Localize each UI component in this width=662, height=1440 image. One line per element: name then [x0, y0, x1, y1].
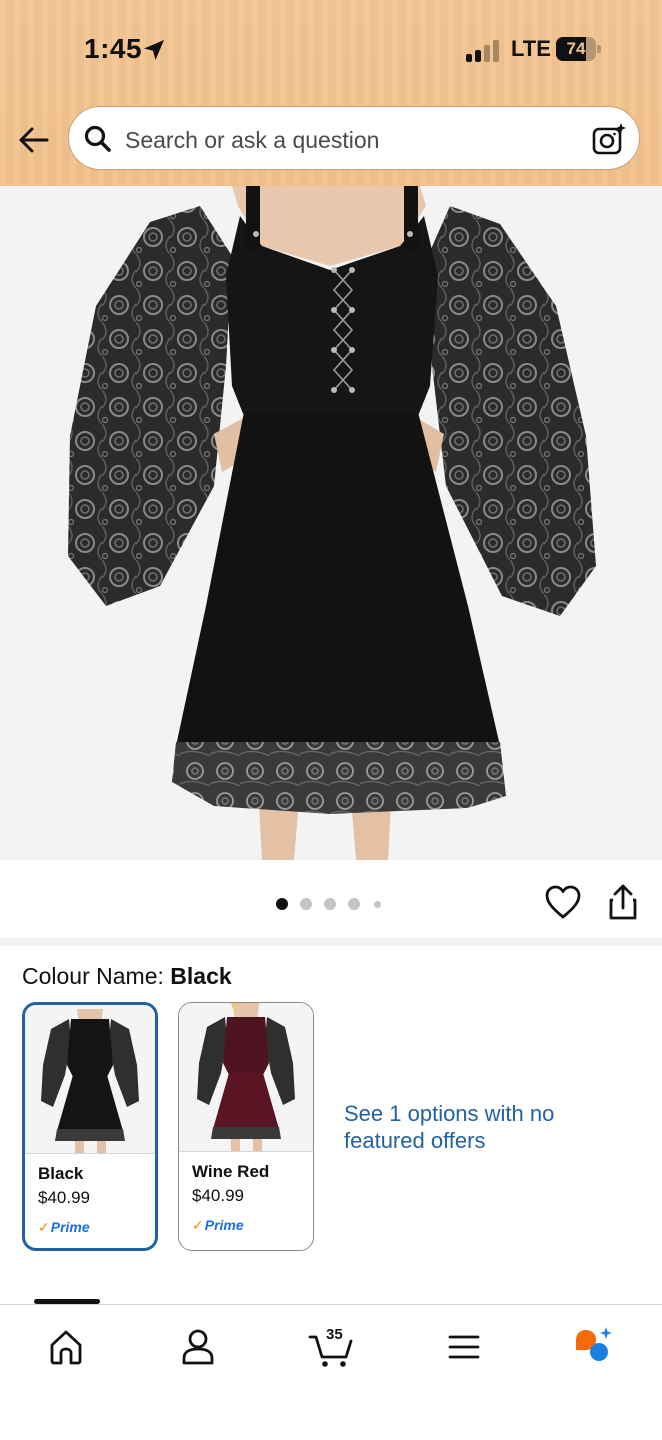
prime-check-icon: ✓	[192, 1217, 204, 1233]
status-time: 1:45	[84, 33, 143, 64]
bottom-nav-bar	[0, 1299, 662, 1440]
cart-count-badge: 35	[326, 1326, 343, 1343]
battery-level: 74	[566, 39, 586, 58]
home-icon[interactable]	[44, 1325, 88, 1369]
cell-signal-icon	[466, 40, 502, 62]
colour-thumbnail	[25, 1005, 155, 1153]
pager-dot[interactable]	[374, 901, 381, 908]
pager-dot[interactable]	[276, 898, 288, 910]
pager-dot[interactable]	[324, 898, 336, 910]
search-bar[interactable]	[68, 106, 640, 170]
selected-colour: Black	[170, 963, 232, 989]
section-divider	[0, 938, 662, 946]
prime-badge: ✓Prime	[192, 1217, 244, 1233]
colour-option-price: $40.99	[192, 1186, 244, 1205]
active-tab-indicator	[34, 1299, 100, 1304]
share-icon[interactable]	[604, 882, 642, 922]
see-offers-link[interactable]: See 1 options with no featured offers	[344, 1100, 584, 1154]
heart-icon[interactable]	[544, 884, 582, 922]
colour-option-wine-red[interactable]: Wine Red $40.99 ✓Prime	[178, 1002, 314, 1251]
gallery-controls	[0, 860, 662, 938]
hamburger-menu-icon[interactable]	[442, 1325, 486, 1369]
prime-badge: ✓Prime	[38, 1219, 90, 1235]
network-type: LTE	[511, 36, 551, 61]
location-arrow-icon	[144, 40, 164, 60]
camera-lens-icon[interactable]	[591, 121, 627, 157]
colour-option-price: $40.99	[38, 1188, 90, 1207]
colour-option-black[interactable]: Black $40.99 ✓Prime	[22, 1002, 158, 1251]
colour-option-name: Black	[38, 1164, 84, 1183]
header-bar: 1:45 LTE 74	[0, 0, 662, 186]
person-icon[interactable]	[176, 1325, 220, 1369]
back-arrow-icon[interactable]	[14, 120, 54, 160]
product-image[interactable]	[0, 186, 662, 860]
colour-name-label: Colour Name: Black	[22, 963, 232, 989]
search-input[interactable]	[123, 119, 567, 161]
prime-check-icon: ✓	[38, 1219, 50, 1235]
pager-dot[interactable]	[348, 898, 360, 910]
battery-icon: 74	[556, 37, 602, 61]
pager-dot[interactable]	[300, 898, 312, 910]
colour-thumbnail	[179, 1003, 313, 1151]
dress-photo	[0, 186, 662, 860]
rufus-chat-icon[interactable]	[572, 1325, 616, 1369]
search-icon	[84, 125, 111, 152]
colour-option-name: Wine Red	[192, 1162, 270, 1181]
